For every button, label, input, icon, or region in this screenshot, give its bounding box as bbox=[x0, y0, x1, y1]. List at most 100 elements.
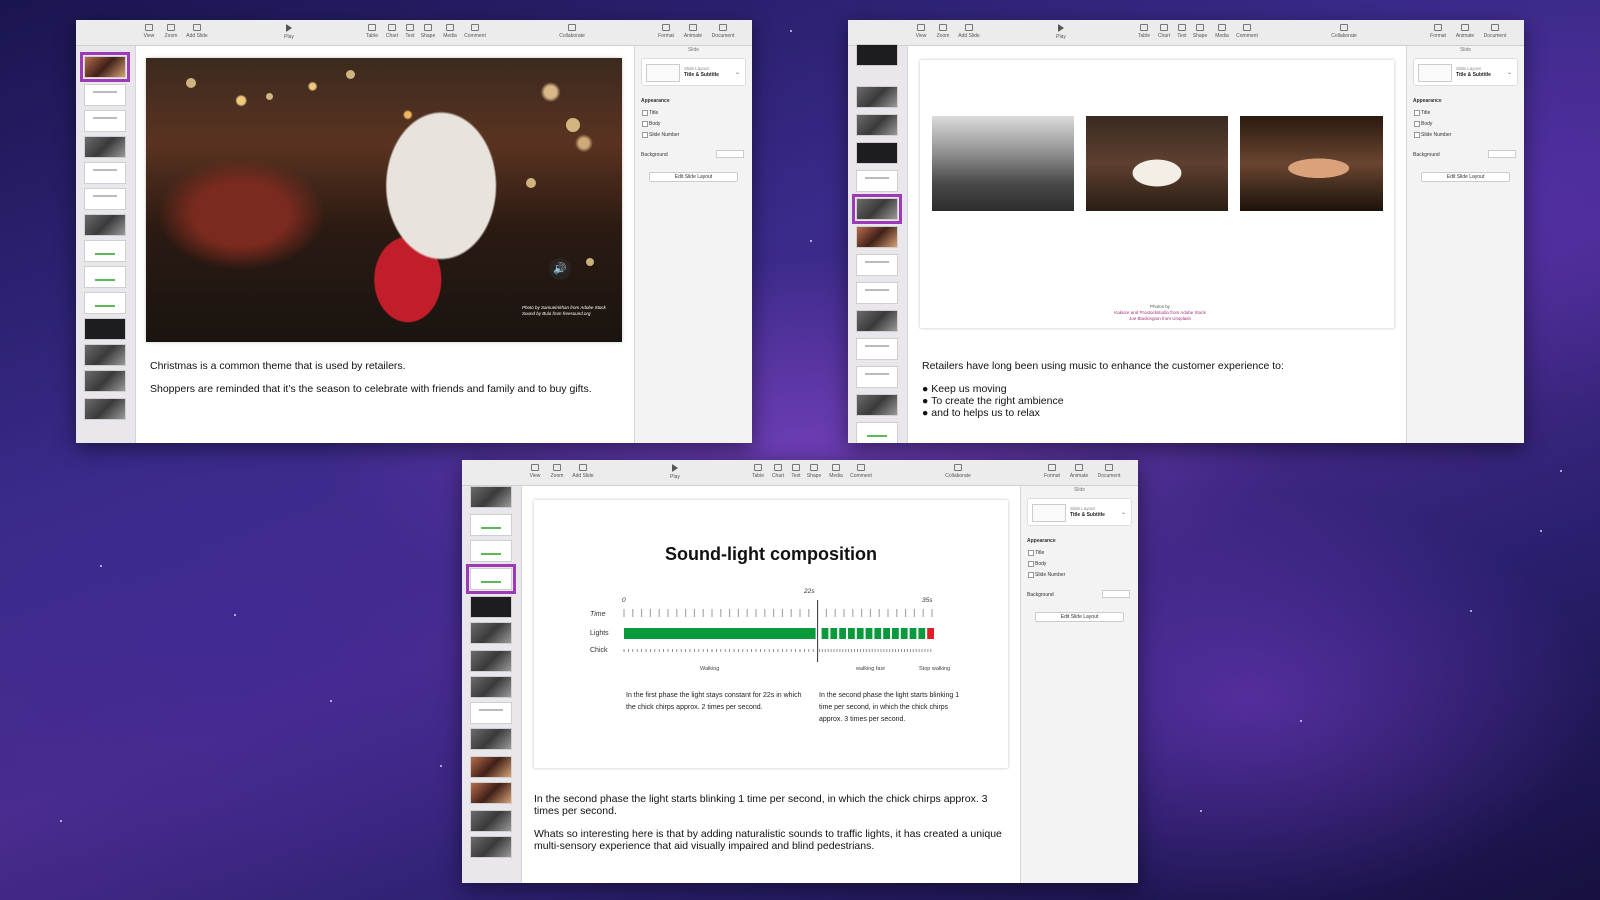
slide-thumbnail[interactable] bbox=[470, 650, 512, 672]
slide-thumbnail[interactable] bbox=[84, 84, 126, 106]
title-checkbox[interactable]: Title bbox=[1413, 110, 1430, 116]
title-checkbox[interactable]: Title bbox=[1027, 550, 1044, 556]
slide-layout-selector[interactable]: Slide Layout Title & Subtitle ⌄ bbox=[641, 58, 746, 86]
media-button[interactable]: Media bbox=[823, 464, 849, 479]
slide-canvas[interactable]: Photos by Kakiore and Prostockstudio fro… bbox=[920, 60, 1394, 328]
play-button[interactable]: Play bbox=[662, 464, 688, 480]
view-icon bbox=[145, 24, 153, 31]
slide-thumbnail[interactable] bbox=[84, 266, 126, 288]
inspector-tab-slide[interactable]: Slide bbox=[1407, 47, 1524, 53]
slide-thumbnail[interactable] bbox=[84, 344, 126, 366]
slide-thumbnail[interactable] bbox=[470, 540, 512, 562]
slide-thumbnail[interactable] bbox=[470, 728, 512, 750]
slide-thumbnail[interactable] bbox=[84, 188, 126, 210]
slide-number-checkbox[interactable]: Slide Number bbox=[641, 132, 679, 138]
zoom-button[interactable]: Zoom bbox=[930, 24, 956, 39]
slide-layout-selector[interactable]: Slide Layout Title & Subtitle ⌄ bbox=[1027, 498, 1132, 526]
media-button[interactable]: Media bbox=[1209, 24, 1235, 39]
slide-thumbnail[interactable] bbox=[84, 398, 126, 420]
add-slide-button[interactable]: Add Slide bbox=[570, 464, 596, 479]
presenter-notes[interactable]: Christmas is a common theme that is used… bbox=[150, 360, 620, 395]
slide-thumbnail[interactable] bbox=[466, 564, 516, 594]
format-button[interactable]: Format bbox=[1039, 464, 1065, 479]
slide-thumbnail[interactable] bbox=[856, 114, 898, 136]
slide-thumbnail[interactable] bbox=[856, 310, 898, 332]
collaborate-button[interactable]: Collaborate bbox=[940, 464, 976, 479]
background-color-well[interactable] bbox=[1102, 590, 1130, 598]
body-checkbox[interactable]: Body bbox=[641, 121, 660, 127]
play-button[interactable]: Play bbox=[1048, 24, 1074, 40]
slide-number-checkbox[interactable]: Slide Number bbox=[1413, 132, 1451, 138]
background-color-well[interactable] bbox=[1488, 150, 1516, 158]
animate-button[interactable]: Animate bbox=[1066, 464, 1092, 479]
edit-slide-layout-button[interactable]: Edit Slide Layout bbox=[649, 172, 738, 182]
slide-thumbnail[interactable] bbox=[84, 162, 126, 184]
zoom-button[interactable]: Zoom bbox=[544, 464, 570, 479]
slide-thumbnail[interactable] bbox=[852, 194, 902, 224]
inspector-tab-slide[interactable]: Slide bbox=[1021, 487, 1138, 493]
edit-slide-layout-button[interactable]: Edit Slide Layout bbox=[1035, 612, 1124, 622]
presenter-notes[interactable]: In the second phase the light starts bli… bbox=[534, 793, 1004, 852]
slide-thumbnail[interactable] bbox=[84, 240, 126, 262]
slide-thumbnail[interactable] bbox=[856, 226, 898, 248]
comment-button[interactable]: Comment bbox=[848, 464, 874, 479]
play-button[interactable]: Play bbox=[276, 24, 302, 40]
add-slide-button[interactable]: Add Slide bbox=[956, 24, 982, 39]
slide-thumbnail[interactable] bbox=[856, 254, 898, 276]
slide-thumbnail[interactable] bbox=[470, 514, 512, 536]
slide-thumbnail[interactable] bbox=[84, 110, 126, 132]
slide-thumbnail[interactable] bbox=[856, 282, 898, 304]
slide-thumbnail[interactable] bbox=[856, 366, 898, 388]
comment-button[interactable]: Comment bbox=[462, 24, 488, 39]
slide-thumbnail[interactable] bbox=[84, 136, 126, 158]
slide-thumbnail[interactable] bbox=[84, 214, 126, 236]
slide-thumbnail[interactable] bbox=[470, 596, 512, 618]
slide-number-checkbox[interactable]: Slide Number bbox=[1027, 572, 1065, 578]
slide-thumbnail[interactable] bbox=[856, 86, 898, 108]
slide-canvas[interactable]: Sound-light composition Time Lights Chic… bbox=[534, 500, 1008, 768]
background-color-well[interactable] bbox=[716, 150, 744, 158]
collaborate-button[interactable]: Collaborate bbox=[554, 24, 590, 39]
speaker-icon[interactable]: 🔊 bbox=[549, 258, 571, 280]
slide-thumbnail[interactable] bbox=[470, 702, 512, 724]
add-slide-button[interactable]: Add Slide bbox=[184, 24, 210, 39]
format-inspector: Slide Slide Layout Title & Subtitle ⌄ Ap… bbox=[1406, 46, 1524, 443]
title-checkbox[interactable]: Title bbox=[641, 110, 658, 116]
slide-thumbnail[interactable] bbox=[470, 782, 512, 804]
format-button[interactable]: Format bbox=[1425, 24, 1451, 39]
document-button[interactable]: Document bbox=[1480, 24, 1510, 39]
document-button[interactable]: Document bbox=[708, 24, 738, 39]
slide-thumbnail[interactable] bbox=[856, 44, 898, 66]
edit-slide-layout-button[interactable]: Edit Slide Layout bbox=[1421, 172, 1510, 182]
slide-thumbnail[interactable] bbox=[84, 292, 126, 314]
slide-thumbnail[interactable] bbox=[80, 52, 130, 82]
inspector-tab-slide[interactable]: Slide bbox=[635, 47, 752, 53]
animate-button[interactable]: Animate bbox=[1452, 24, 1478, 39]
slide-thumbnail[interactable] bbox=[856, 422, 898, 443]
slide-thumbnail[interactable] bbox=[856, 338, 898, 360]
media-button[interactable]: Media bbox=[437, 24, 463, 39]
slide-thumbnail[interactable] bbox=[470, 836, 512, 858]
animate-button[interactable]: Animate bbox=[680, 24, 706, 39]
document-button[interactable]: Document bbox=[1094, 464, 1124, 479]
slide-thumbnail[interactable] bbox=[470, 756, 512, 778]
slide-thumbnail[interactable] bbox=[470, 676, 512, 698]
format-button[interactable]: Format bbox=[653, 24, 679, 39]
slide-thumbnail[interactable] bbox=[470, 622, 512, 644]
slide-thumbnail[interactable] bbox=[856, 170, 898, 192]
presenter-notes[interactable]: Retailers have long been using music to … bbox=[922, 360, 1392, 419]
comment-button[interactable]: Comment bbox=[1234, 24, 1260, 39]
slide-thumbnail[interactable] bbox=[856, 142, 898, 164]
zoom-button[interactable]: Zoom bbox=[158, 24, 184, 39]
slide-layout-selector[interactable]: Slide Layout Title & Subtitle ⌄ bbox=[1413, 58, 1518, 86]
slide-thumbnail[interactable] bbox=[470, 810, 512, 832]
slide-thumbnail[interactable] bbox=[470, 486, 512, 508]
slide-thumbnail[interactable] bbox=[84, 370, 126, 392]
slide-thumbnail[interactable] bbox=[84, 318, 126, 340]
slide-thumbnail[interactable] bbox=[856, 394, 898, 416]
shape-icon bbox=[810, 464, 818, 471]
body-checkbox[interactable]: Body bbox=[1413, 121, 1432, 127]
slide-canvas[interactable]: 🔊 Photo by SamuelAkhan from Adobe Stock … bbox=[146, 58, 622, 342]
collaborate-button[interactable]: Collaborate bbox=[1326, 24, 1362, 39]
body-checkbox[interactable]: Body bbox=[1027, 561, 1046, 567]
